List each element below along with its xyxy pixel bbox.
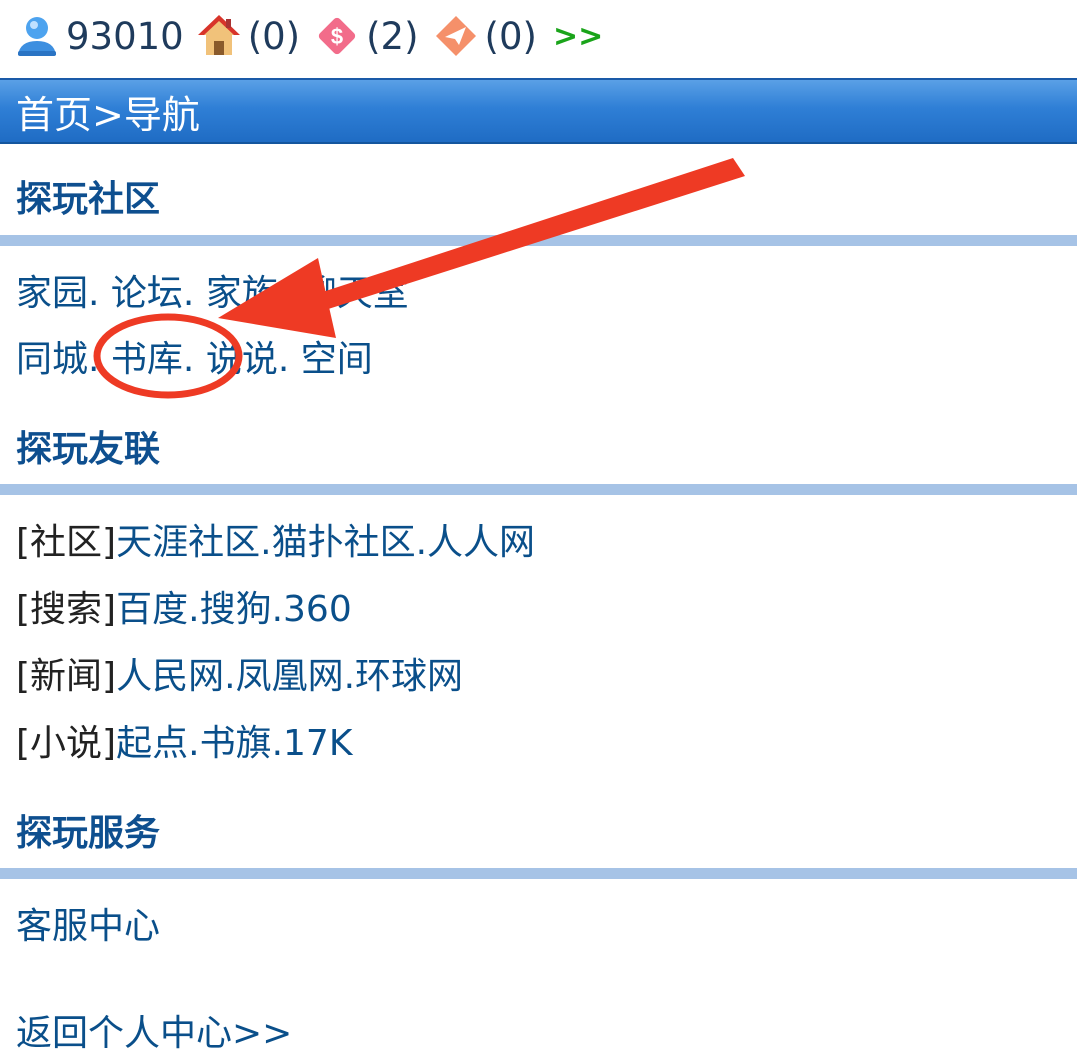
- service-row: 客服中心: [16, 897, 160, 949]
- svg-text:$: $: [331, 24, 343, 49]
- divider: [0, 235, 1077, 246]
- link-library[interactable]: 书库: [111, 339, 183, 380]
- link-huanqiu[interactable]: 环球网: [355, 656, 463, 697]
- link-posts[interactable]: 说说: [206, 339, 278, 380]
- friends-row-community: [社区]天涯社区.猫扑社区.人人网: [16, 522, 536, 563]
- section-title-service: 探玩服务: [16, 813, 161, 854]
- breadcrumb[interactable]: 首页>导航: [0, 84, 200, 139]
- link-tianya[interactable]: 天涯社区: [116, 522, 260, 563]
- link-customer-service[interactable]: 客服中心: [16, 906, 160, 947]
- community-row-1: 家园. 论坛. 家族. 聊天室: [16, 273, 409, 314]
- link-people[interactable]: 人民网: [116, 656, 224, 697]
- more-link[interactable]: >>: [553, 19, 603, 54]
- link-baidu[interactable]: 百度: [116, 589, 188, 630]
- link-local[interactable]: 同城: [16, 339, 88, 380]
- back-to-profile-link[interactable]: 返回个人中心>>: [16, 1013, 292, 1054]
- user-id[interactable]: 93010: [66, 15, 184, 58]
- row-tag: [新闻]: [16, 656, 117, 697]
- footer-row: 返回个人中心>>: [16, 1004, 292, 1056]
- link-forum[interactable]: 论坛: [111, 273, 183, 314]
- friends-row-search: [搜索]百度.搜狗.360: [16, 589, 352, 630]
- row-tag: [小说]: [16, 723, 117, 764]
- community-row-2: 同城. 书库. 说说. 空间: [16, 339, 373, 380]
- link-17k[interactable]: 17K: [283, 723, 352, 764]
- divider: [0, 868, 1077, 879]
- link-home-garden[interactable]: 家园: [16, 273, 88, 314]
- user-icon[interactable]: [14, 13, 60, 59]
- message-count[interactable]: (0): [485, 15, 537, 58]
- section-title-community: 探玩社区: [16, 179, 161, 220]
- breadcrumb-header: 首页>导航: [0, 78, 1077, 144]
- link-qidian[interactable]: 起点: [116, 723, 188, 764]
- row-tag: [搜索]: [16, 589, 117, 630]
- link-space[interactable]: 空间: [301, 339, 373, 380]
- link-family[interactable]: 家族: [206, 273, 278, 314]
- money-bag-icon[interactable]: $: [314, 13, 360, 59]
- section-title-friends: 探玩友联: [16, 429, 161, 470]
- link-mop[interactable]: 猫扑社区: [272, 522, 416, 563]
- paper-plane-icon[interactable]: [433, 13, 479, 59]
- link-shuqi[interactable]: 书旗: [200, 723, 272, 764]
- home-count[interactable]: (0): [248, 15, 300, 58]
- link-renren[interactable]: 人人网: [427, 522, 535, 563]
- status-bar: 93010 (0) $ (2) (0) >>: [14, 6, 603, 66]
- friends-row-news: [新闻]人民网.凤凰网.环球网: [16, 656, 464, 697]
- link-360[interactable]: 360: [283, 589, 352, 630]
- house-icon[interactable]: [196, 13, 242, 59]
- link-ifeng[interactable]: 凤凰网: [236, 656, 344, 697]
- money-count[interactable]: (2): [366, 15, 418, 58]
- link-sogou[interactable]: 搜狗: [200, 589, 272, 630]
- link-chatroom[interactable]: 聊天室: [301, 273, 409, 314]
- friends-row-novel: [小说]起点.书旗.17K: [16, 723, 353, 764]
- row-tag: [社区]: [16, 522, 117, 563]
- divider: [0, 484, 1077, 495]
